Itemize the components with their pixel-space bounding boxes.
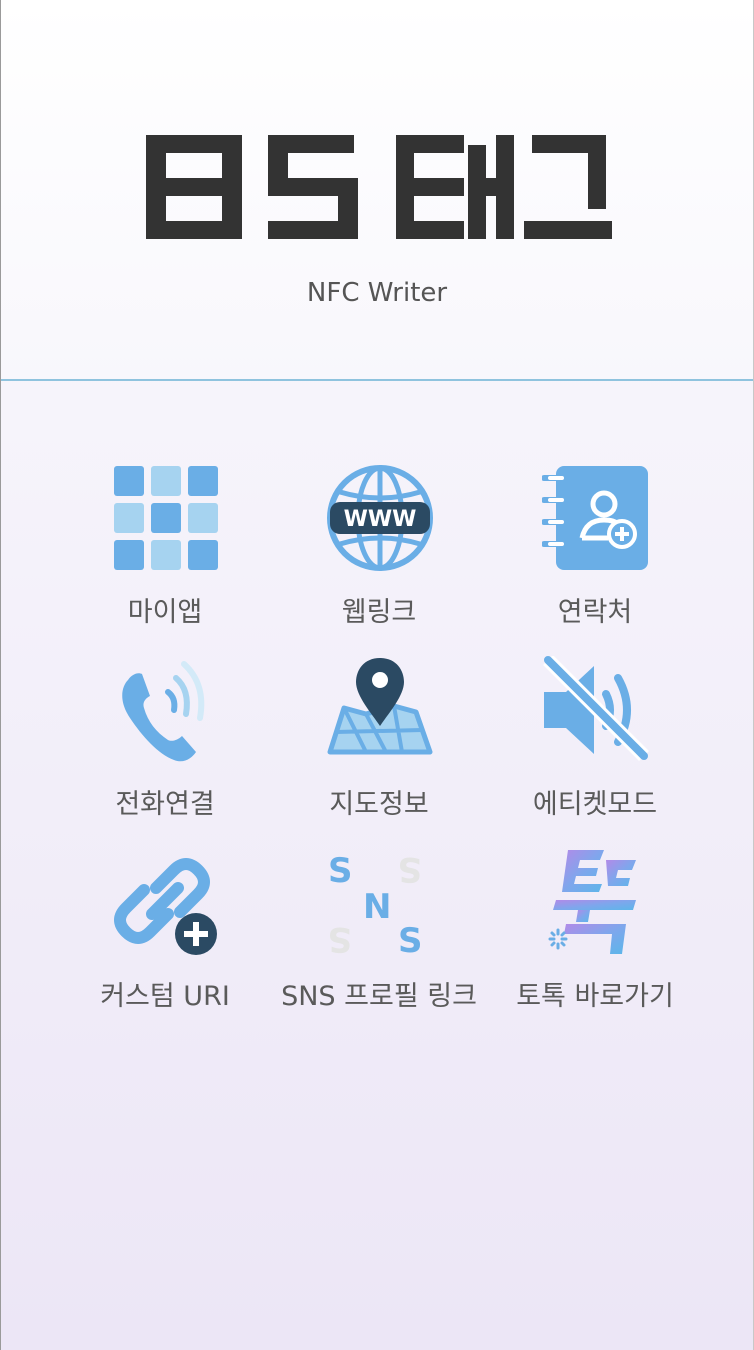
svg-text:S: S [398, 849, 423, 889]
grid-icon [114, 466, 218, 570]
menu-item-label: SNS 프로필 링크 [281, 981, 477, 1012]
menu-item-label: 토톡 바로가기 [516, 981, 674, 1012]
contact-book-icon [542, 466, 648, 570]
menu-item-label: 웹링크 [341, 597, 417, 628]
menu-item-etiquette-mode[interactable]: 에티켓모드 [485, 656, 705, 836]
header-divider [1, 379, 753, 381]
logo [146, 135, 612, 239]
mute-speaker-icon [543, 656, 649, 761]
menu-item-my-app[interactable]: 마이앱 [55, 464, 275, 644]
header: NFC Writer [1, 0, 753, 380]
menu-item-label: 전화연결 [115, 789, 215, 820]
app-subtitle: NFC Writer [306, 278, 448, 308]
menu-item-label: 지도정보 [329, 789, 429, 820]
menu-item-custom-uri[interactable]: 커스텀 URI [55, 848, 275, 1028]
svg-text:S: S [328, 919, 353, 956]
menu-item-map-info[interactable]: 지도정보 [269, 656, 489, 836]
sns-icon: S S N S S [328, 849, 423, 956]
svg-text:S: S [328, 851, 353, 891]
svg-text:N: N [363, 887, 391, 927]
globe-www-icon: WWW [327, 465, 433, 571]
menu-item-label: 커스텀 URI [100, 981, 230, 1012]
menu-item-label: 에티켓모드 [532, 789, 658, 820]
menu-item-contacts[interactable]: 연락처 [485, 464, 705, 644]
menu-item-label: 연락처 [557, 597, 633, 628]
map-pin-icon [327, 658, 433, 755]
totok-icon [548, 850, 636, 954]
menu-item-phone-call[interactable]: 전화연결 [55, 656, 275, 836]
menu-item-label: 마이앱 [127, 597, 203, 628]
svg-text:S: S [398, 921, 423, 956]
app-screen: NFC Writer 마이앱 WWW 웹링크 연락처 전화연결 지도정보 에티켓… [0, 0, 754, 1350]
phone-call-icon [122, 661, 205, 762]
svg-text:WWW: WWW [344, 507, 417, 532]
menu-item-totok-shortcut[interactable]: 토톡 바로가기 [485, 848, 705, 1028]
menu-item-sns-profile-link[interactable]: S S N S S SNS 프로필 링크 [269, 848, 489, 1028]
link-add-icon [114, 858, 217, 955]
menu-item-web-link[interactable]: WWW 웹링크 [269, 464, 489, 644]
